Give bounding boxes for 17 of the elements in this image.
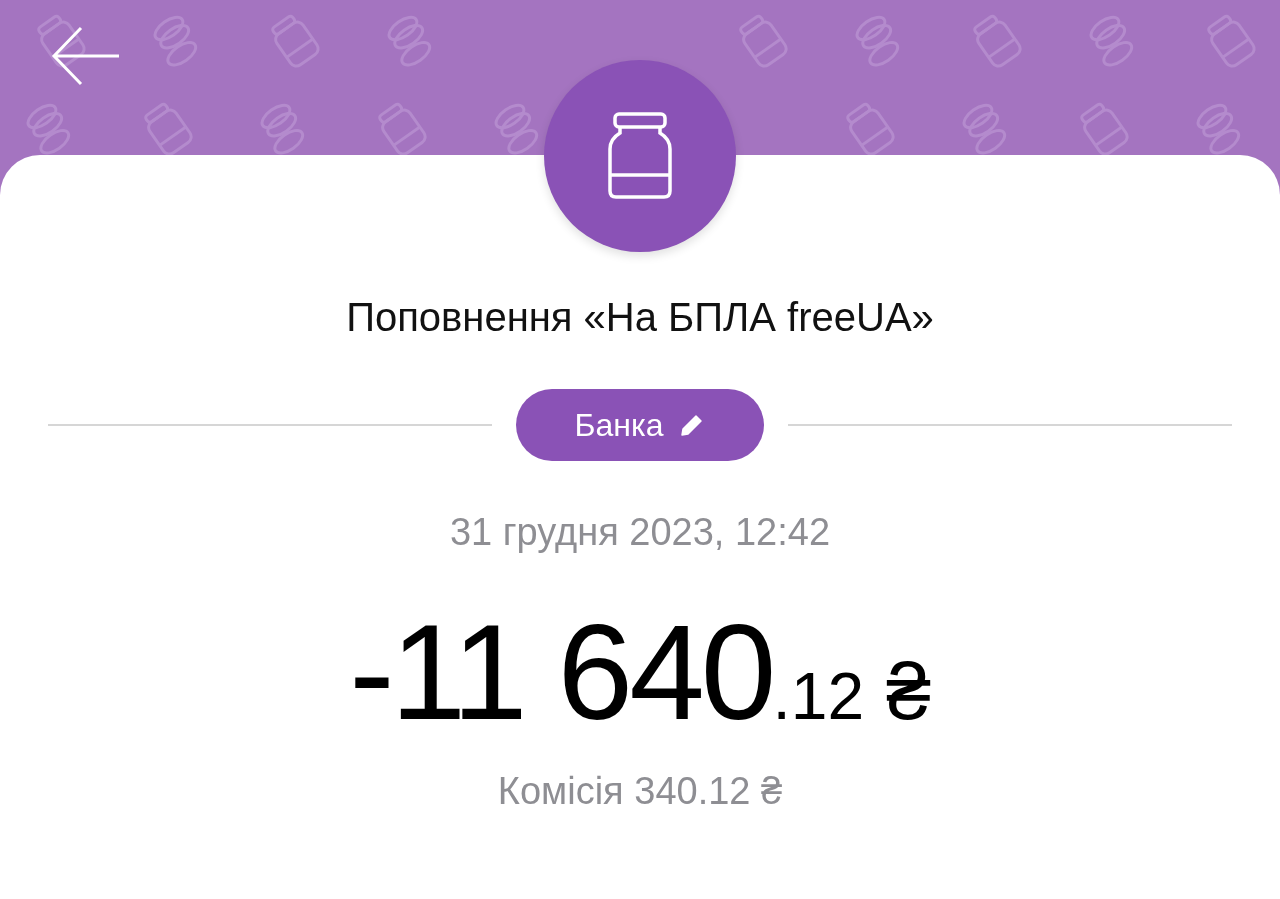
coins-icon <box>494 103 539 155</box>
jar-icon <box>845 101 898 155</box>
jar-icon <box>377 101 430 155</box>
transaction-date: 31 грудня 2023, 12:42 <box>449 511 831 554</box>
transaction-amount: -11 640.12 ₴ <box>349 595 931 750</box>
category-button[interactable]: Банка <box>516 389 764 461</box>
transaction-title: Поповнення «На БПЛА freeUA» <box>346 294 934 341</box>
back-button[interactable] <box>50 24 122 88</box>
jar-icon <box>143 101 196 155</box>
coins-icon <box>962 103 1007 155</box>
jar-icon <box>605 111 675 201</box>
coins-icon <box>26 103 71 155</box>
coins-icon <box>260 103 305 155</box>
coins-icon <box>1196 103 1241 155</box>
back-arrow-icon <box>51 25 121 87</box>
commission-text: Комісія 340.12 ₴ <box>497 770 783 813</box>
jar-icon <box>1079 101 1132 155</box>
